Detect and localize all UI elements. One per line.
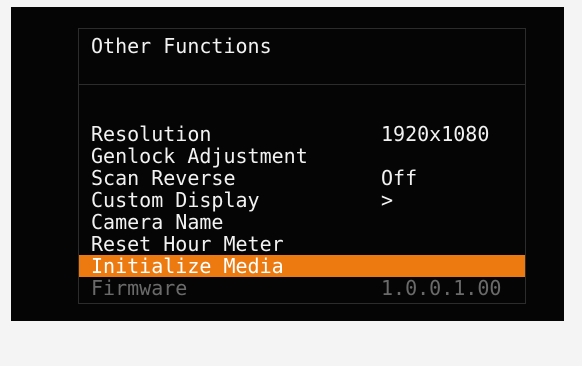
menu-item-custom-display[interactable]: Custom Display > <box>79 189 525 211</box>
menu-item-label: Scan Reverse <box>91 166 236 190</box>
menu-list: Resolution 1920x1080 Genlock Adjustment … <box>79 123 525 299</box>
firmware-version: 1.0.0.1.00 <box>381 276 502 300</box>
menu-header: Other Functions <box>79 29 525 85</box>
submenu-arrow-icon: > <box>381 188 394 212</box>
menu-item-label: Genlock Adjustment <box>91 144 308 168</box>
menu-item-label: Reset Hour Meter <box>91 232 284 256</box>
menu-item-label: Firmware <box>91 276 188 300</box>
menu-item-firmware: Firmware 1.0.0.1.00 <box>79 277 525 299</box>
menu-item-resolution[interactable]: Resolution 1920x1080 <box>79 123 525 145</box>
menu-item-label: Resolution <box>91 122 212 146</box>
menu-panel: Other Functions Resolution 1920x1080 Gen… <box>78 28 526 304</box>
menu-title: Other Functions <box>91 34 272 58</box>
menu-item-reset-hour-meter[interactable]: Reset Hour Meter <box>79 233 525 255</box>
menu-item-scan-reverse[interactable]: Scan Reverse Off <box>79 167 525 189</box>
menu-item-value: Off <box>381 166 418 190</box>
menu-item-initialize-media[interactable]: Initialize Media <box>79 255 525 277</box>
menu-item-value: 1920x1080 <box>381 122 490 146</box>
menu-item-genlock-adjustment[interactable]: Genlock Adjustment <box>79 145 525 167</box>
menu-item-camera-name[interactable]: Camera Name <box>79 211 525 233</box>
menu-item-label: Camera Name <box>91 210 224 234</box>
menu-item-label: Initialize Media <box>91 254 284 278</box>
camera-screen: Other Functions Resolution 1920x1080 Gen… <box>11 7 564 321</box>
menu-item-label: Custom Display <box>91 188 260 212</box>
